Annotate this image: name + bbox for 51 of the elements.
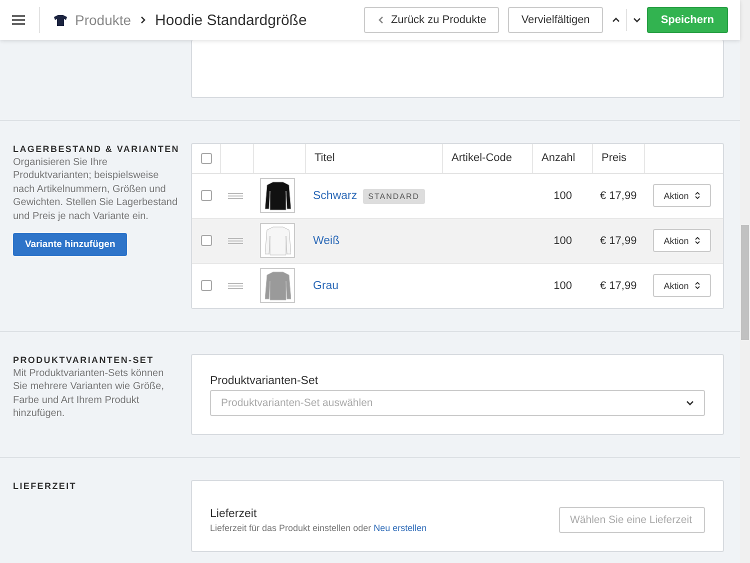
row-checkbox[interactable] xyxy=(201,235,212,246)
section-title: LIEFERZEIT xyxy=(13,481,78,491)
duplicate-button[interactable]: Vervielfältigen xyxy=(508,7,603,33)
price-text: € 17,99 xyxy=(600,280,637,292)
table-row[interactable]: Weiß 100 € 17,99 Aktion xyxy=(192,218,723,263)
chevron-left-icon xyxy=(376,16,385,24)
breadcrumb-link[interactable]: Produkte xyxy=(75,12,132,28)
page-title: Hoodie Standardgröße xyxy=(155,12,307,28)
column-header: Artikel-Code xyxy=(452,152,512,164)
row-checkbox[interactable] xyxy=(201,280,212,292)
select-all-checkbox[interactable] xyxy=(201,152,212,164)
field-label: Produktvarianten-Set xyxy=(210,375,320,387)
save-button[interactable]: Speichern xyxy=(646,7,728,33)
scrollbar[interactable] xyxy=(740,0,750,563)
action-dropdown[interactable]: Aktion xyxy=(652,274,711,298)
help-text: Lieferzeit für das Produkt einstellen oder Neu erstellen xyxy=(210,522,427,532)
column-header: Preis xyxy=(602,152,627,164)
action-dropdown[interactable]: Aktion xyxy=(652,229,711,252)
sort-arrows-icon xyxy=(694,237,700,244)
chevron-down-icon xyxy=(632,16,641,24)
chevron-up-icon xyxy=(612,16,620,24)
column-header: Anzahl xyxy=(542,152,576,164)
variant-link[interactable]: Grau xyxy=(313,280,339,292)
create-link[interactable]: Neu erstellen xyxy=(374,522,427,532)
drag-handle-icon[interactable] xyxy=(228,282,243,289)
section-description: Mit Produktvarianten-Sets können Sie mehrere Varianten wie Größe, Farbe und Art Ihrem Produkt hinzufügen. xyxy=(13,367,165,421)
quantity-text: 100 xyxy=(554,234,572,246)
price-text: € 17,99 xyxy=(600,190,637,202)
drag-handle-icon[interactable] xyxy=(228,238,243,244)
t-shirt-icon xyxy=(54,14,67,26)
chevron-right-icon xyxy=(139,16,148,24)
quantity-text: 100 xyxy=(554,190,572,202)
chevron-down-icon xyxy=(686,399,694,407)
quantity-text: 100 xyxy=(554,280,572,292)
section-description: Organisieren Sie Ihre Produktvarianten; beispielsweise nach Artikelnummern, Größen und Gewichten. Stellen Sie Lagerbestand und Preis je nach Variante ein. xyxy=(13,156,179,224)
default-tag: STANDARD xyxy=(363,188,425,204)
drag-handle-icon[interactable] xyxy=(228,192,243,198)
back-button[interactable]: Zurück zu Produkte xyxy=(364,7,500,33)
variant-link[interactable]: Schwarz xyxy=(313,190,358,202)
section-title: LAGERBESTAND & VARIANTEN xyxy=(13,144,179,154)
menu-icon[interactable] xyxy=(12,15,25,25)
section-title: PRODUKTVARIANTEN-SET xyxy=(13,355,155,365)
action-dropdown[interactable]: Aktion xyxy=(652,184,711,207)
sort-arrows-icon xyxy=(694,192,700,199)
field-label: Lieferzeit xyxy=(210,508,258,520)
price-text: € 17,99 xyxy=(600,234,637,246)
column-header: Titel xyxy=(314,152,335,164)
variant-link[interactable]: Weiß xyxy=(313,234,340,246)
row-checkbox[interactable] xyxy=(201,190,212,202)
sort-arrows-icon xyxy=(694,282,700,290)
add-variant-button[interactable]: Variante hinzufügen xyxy=(13,233,128,256)
